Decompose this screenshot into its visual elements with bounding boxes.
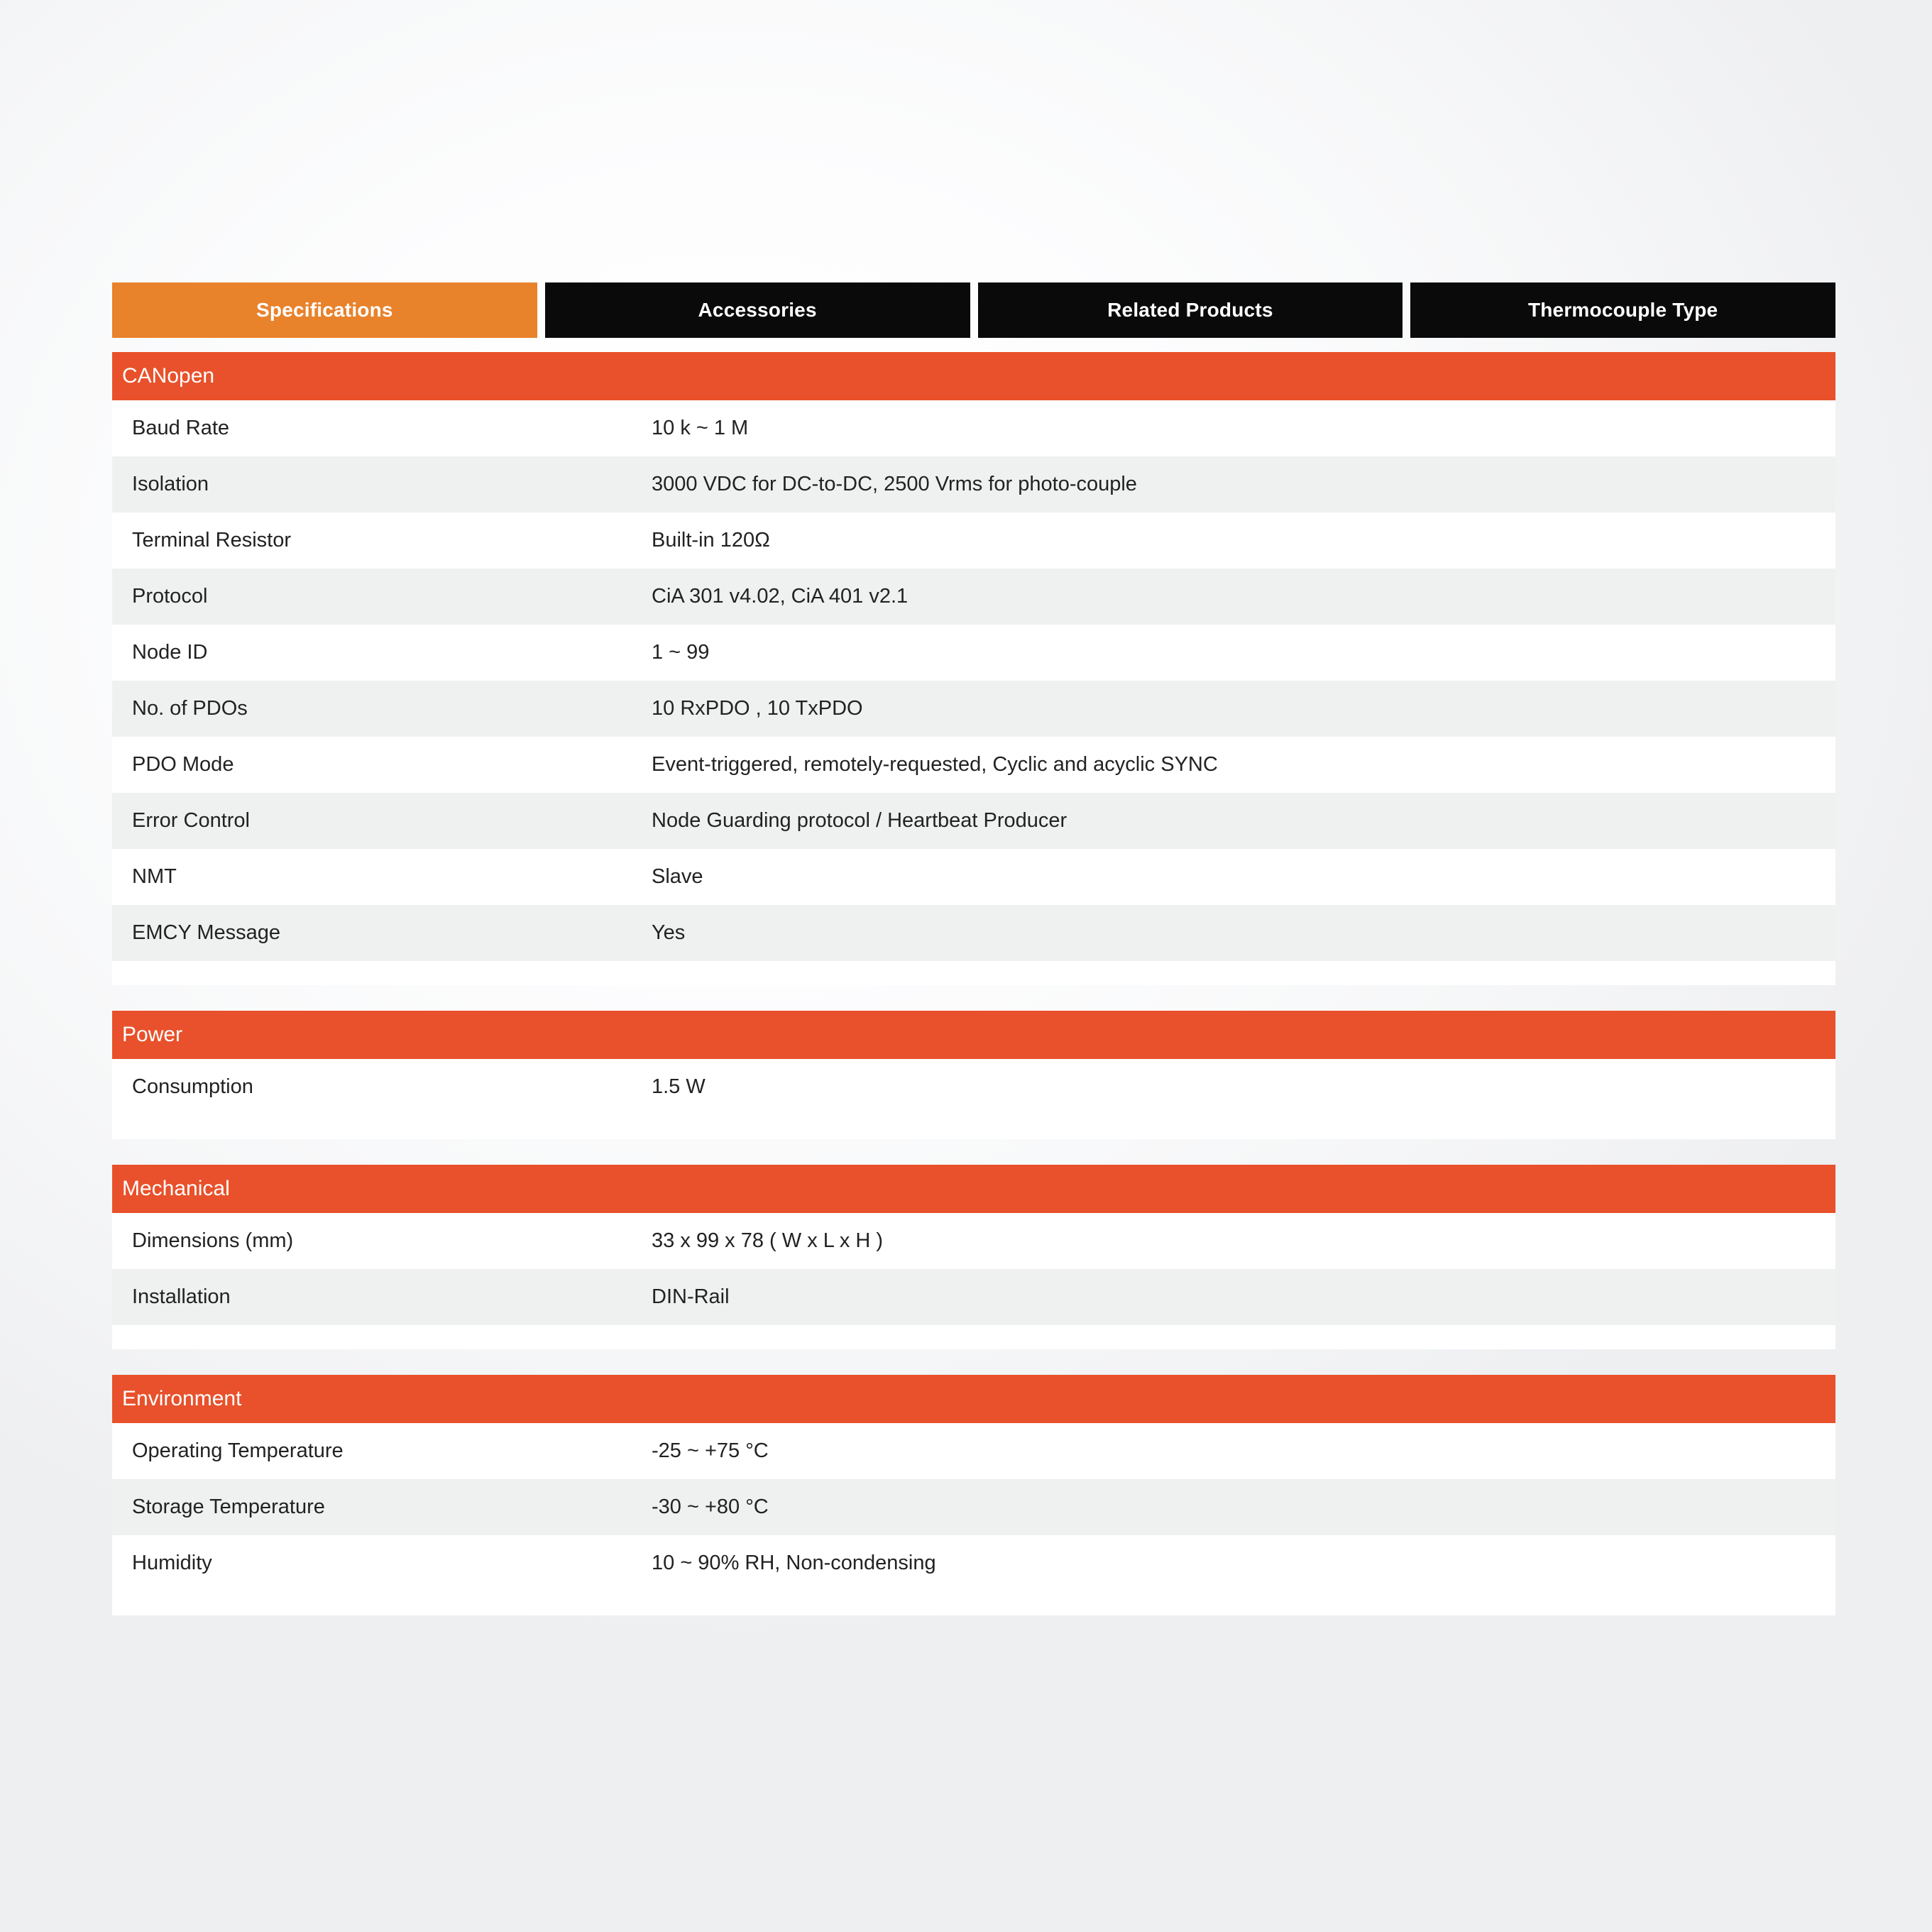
spec-value: Yes [652,921,686,944]
spec-label: No. of PDOs [132,696,248,720]
section-tail [112,961,1835,985]
spec-value: 33 x 99 x 78 ( W x L x H ) [652,1229,884,1252]
spec-value: DIN-Rail [652,1285,730,1308]
product-tabs: Specifications Accessories Related Product… [112,282,1835,338]
table-row: No. of PDOs 10 RxPDO , 10 TxPDO [112,681,1835,737]
tab-specifications[interactable]: Specifications [112,282,537,338]
table-row: Consumption 1.5 W [112,1059,1835,1115]
table-row: Error Control Node Guarding protocol / He… [112,793,1835,849]
table-row: PDO Mode Event-triggered, remotely-reques… [112,737,1835,793]
spec-value: Event-triggered, remotely-requested, Cyc… [652,752,1218,776]
spec-label: Isolation [132,472,209,495]
section-rows: Consumption 1.5 W [112,1059,1835,1115]
spec-label: Error Control [132,808,250,832]
spec-label: Terminal Resistor [132,528,291,551]
spec-label: PDO Mode [132,752,234,776]
spec-value: Node Guarding protocol / Heartbeat Produ… [652,808,1067,832]
table-row: Baud Rate 10 k ~ 1 M [112,400,1835,456]
table-row: Operating Temperature -25 ~ +75 °C [112,1423,1835,1479]
spec-value: 1.5 W [652,1075,706,1098]
section-header: CANopen [112,352,1835,400]
tab-label: Accessories [698,299,817,321]
tab-label: Related Products [1107,299,1273,321]
section-rows: Operating Temperature -25 ~ +75 °C Storage… [112,1423,1835,1591]
section-rows: Dimensions (mm) 33 x 99 x 78 ( W x L x H … [112,1213,1835,1325]
spec-value: Slave [652,865,703,888]
spec-label: Installation [132,1285,231,1308]
spec-value: 1 ~ 99 [652,640,710,664]
spec-label: Baud Rate [132,416,230,439]
section-title: Environment [122,1387,242,1410]
spec-label: Node ID [132,640,208,664]
tab-thermocouple-type[interactable]: Thermocouple Type [1410,282,1835,338]
table-row: Terminal Resistor Built-in 120Ω [112,512,1835,569]
spec-value: -30 ~ +80 °C [652,1495,769,1518]
spec-label: Storage Temperature [132,1495,325,1518]
tab-label: Thermocouple Type [1527,299,1718,321]
table-row: Dimensions (mm) 33 x 99 x 78 ( W x L x H … [112,1213,1835,1269]
tab-label: Specifications [256,299,393,321]
section-title: CANopen [122,364,215,388]
spec-label: NMT [132,865,177,888]
page-root: Specifications Accessories Related Product… [0,0,1932,1932]
section-header: Power [112,1011,1835,1059]
specifications-table: CANopen Baud Rate 10 k ~ 1 M Isolation 3000 … [112,352,1835,1615]
spec-label: Consumption [132,1075,253,1098]
table-row: NMT Slave [112,849,1835,905]
spec-section: Mechanical Dimensions (mm) 33 x 99 x 78 ( … [112,1165,1835,1349]
spec-value: 10 k ~ 1 M [652,416,749,439]
table-row: Protocol CiA 301 v4.02, CiA 401 v2.1 [112,569,1835,625]
spec-label: Operating Temperature [132,1439,344,1462]
spec-value: 3000 VDC for DC-to-DC, 2500 Vrms for pho… [652,472,1137,495]
spec-value: Built-in 120Ω [652,528,770,551]
table-row: Isolation 3000 VDC for DC-to-DC, 2500 Vrm… [112,456,1835,512]
spec-section: Environment Operating Temperature -25 ~ +7… [112,1375,1835,1615]
table-row: Humidity 10 ~ 90% RH, Non-condensing [112,1535,1835,1591]
spec-label: Dimensions (mm) [132,1229,294,1252]
spec-section: CANopen Baud Rate 10 k ~ 1 M Isolation 3000 … [112,352,1835,985]
table-row: Installation DIN-Rail [112,1269,1835,1325]
section-tail [112,1591,1835,1615]
section-header: Environment [112,1375,1835,1423]
spec-label: Protocol [132,584,208,608]
section-header: Mechanical [112,1165,1835,1213]
spec-label: EMCY Message [132,921,280,944]
tab-related-products[interactable]: Related Products [977,282,1403,338]
section-rows: Baud Rate 10 k ~ 1 M Isolation 3000 VDC for… [112,400,1835,961]
tab-accessories[interactable]: Accessories [544,282,970,338]
spec-value: 10 RxPDO , 10 TxPDO [652,696,863,720]
section-tail [112,1115,1835,1139]
section-tail [112,1325,1835,1349]
spec-section: Power Consumption 1.5 W [112,1011,1835,1139]
spec-value: CiA 301 v4.02, CiA 401 v2.1 [652,584,909,608]
spec-label: Humidity [132,1551,212,1574]
section-title: Mechanical [122,1177,230,1200]
table-row: Node ID 1 ~ 99 [112,625,1835,681]
spec-value: -25 ~ +75 °C [652,1439,769,1462]
table-row: EMCY Message Yes [112,905,1835,961]
section-title: Power [122,1023,183,1046]
table-row: Storage Temperature -30 ~ +80 °C [112,1479,1835,1535]
spec-value: 10 ~ 90% RH, Non-condensing [652,1551,936,1574]
